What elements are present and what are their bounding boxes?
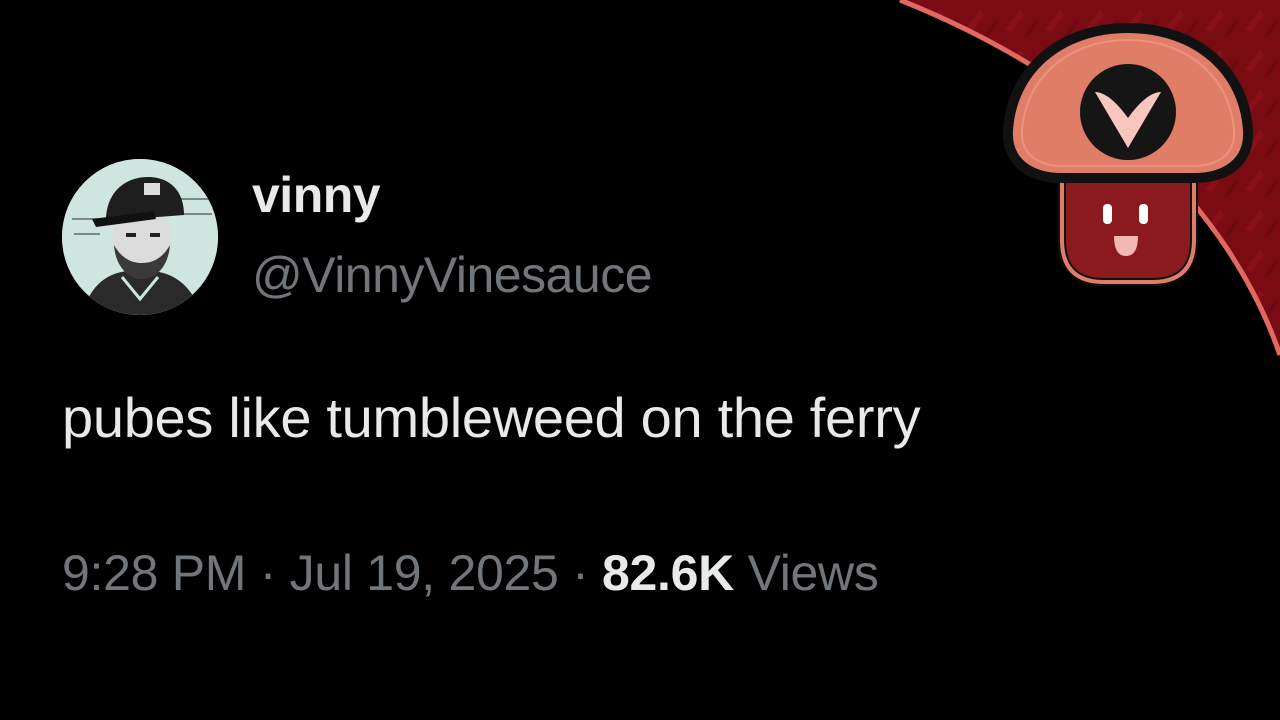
- display-name[interactable]: vinny: [252, 170, 381, 220]
- user-handle[interactable]: @VinnyVinesauce: [252, 250, 653, 300]
- tweet-date[interactable]: Jul 19, 2025: [290, 545, 559, 601]
- vinesauce-logo-icon: [1002, 22, 1254, 286]
- corner-decoration: [899, 0, 1280, 356]
- meta-separator: ·: [572, 545, 589, 601]
- avatar-icon: [62, 159, 218, 315]
- views-label: Views: [747, 545, 879, 601]
- tweet-meta: 9:28 PM · Jul 19, 2025 · 82.6K Views: [62, 548, 879, 598]
- user-avatar[interactable]: [62, 159, 218, 315]
- meta-separator: ·: [259, 545, 277, 601]
- tweet-text: pubes like tumbleweed on the ferry: [62, 386, 921, 449]
- views-count[interactable]: 82.6K: [602, 545, 734, 601]
- tweet-time[interactable]: 9:28 PM: [62, 545, 246, 601]
